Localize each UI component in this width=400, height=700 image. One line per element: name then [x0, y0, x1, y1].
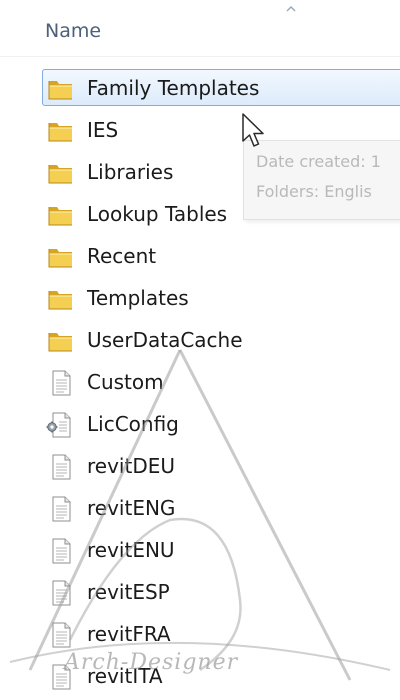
text-file-icon	[46, 580, 76, 606]
file-name: revitDEU	[87, 454, 175, 478]
file-row[interactable]: revitFRA	[0, 614, 400, 656]
file-row[interactable]: Custom	[0, 362, 400, 404]
file-name: Family Templates	[87, 76, 260, 100]
text-file-icon	[46, 538, 76, 564]
folder-icon	[46, 328, 76, 354]
file-name: IES	[87, 118, 119, 142]
file-name: LicConfig	[87, 412, 179, 436]
file-name: Templates	[87, 286, 189, 310]
file-name: revitENU	[87, 538, 175, 562]
folder-icon	[46, 244, 76, 270]
file-name: Recent	[87, 244, 157, 268]
tooltip-folders: Folders: Englis	[256, 182, 372, 201]
config-file-icon	[46, 412, 76, 438]
folder-icon	[46, 118, 76, 144]
file-row[interactable]: revitESP	[0, 572, 400, 614]
file-name: Lookup Tables	[87, 202, 228, 226]
file-row[interactable]: revitDEU	[0, 446, 400, 488]
file-name: Custom	[87, 370, 164, 394]
name-column-header[interactable]: Name	[45, 20, 101, 42]
file-name: revitESP	[87, 580, 170, 604]
text-file-icon	[46, 496, 76, 522]
folder-icon	[46, 76, 76, 102]
text-file-icon	[46, 664, 76, 690]
file-name: UserDataCache	[87, 328, 243, 352]
file-row[interactable]: revitITA	[0, 656, 400, 698]
file-name: revitFRA	[87, 622, 171, 646]
folder-icon	[46, 202, 76, 228]
sort-caret-icon	[286, 6, 296, 12]
file-row[interactable]: Family Templates	[0, 68, 400, 110]
folder-icon	[46, 286, 76, 312]
text-file-icon	[46, 370, 76, 396]
file-row[interactable]: Templates	[0, 278, 400, 320]
file-row[interactable]: LicConfig	[0, 404, 400, 446]
column-header: Name	[0, 0, 400, 57]
folder-icon	[46, 160, 76, 186]
file-name: Libraries	[87, 160, 174, 184]
file-row[interactable]: UserDataCache	[0, 320, 400, 362]
text-file-icon	[46, 622, 76, 648]
mouse-cursor-icon	[242, 113, 264, 147]
file-row[interactable]: revitENG	[0, 488, 400, 530]
file-name: revitITA	[87, 664, 163, 688]
text-file-icon	[46, 454, 76, 480]
file-name: revitENG	[87, 496, 176, 520]
file-row[interactable]: Recent	[0, 236, 400, 278]
file-row[interactable]: revitENU	[0, 530, 400, 572]
tooltip-date-created: Date created: 1	[256, 152, 381, 171]
file-tooltip: Date created: 1 Folders: Englis	[243, 140, 400, 220]
